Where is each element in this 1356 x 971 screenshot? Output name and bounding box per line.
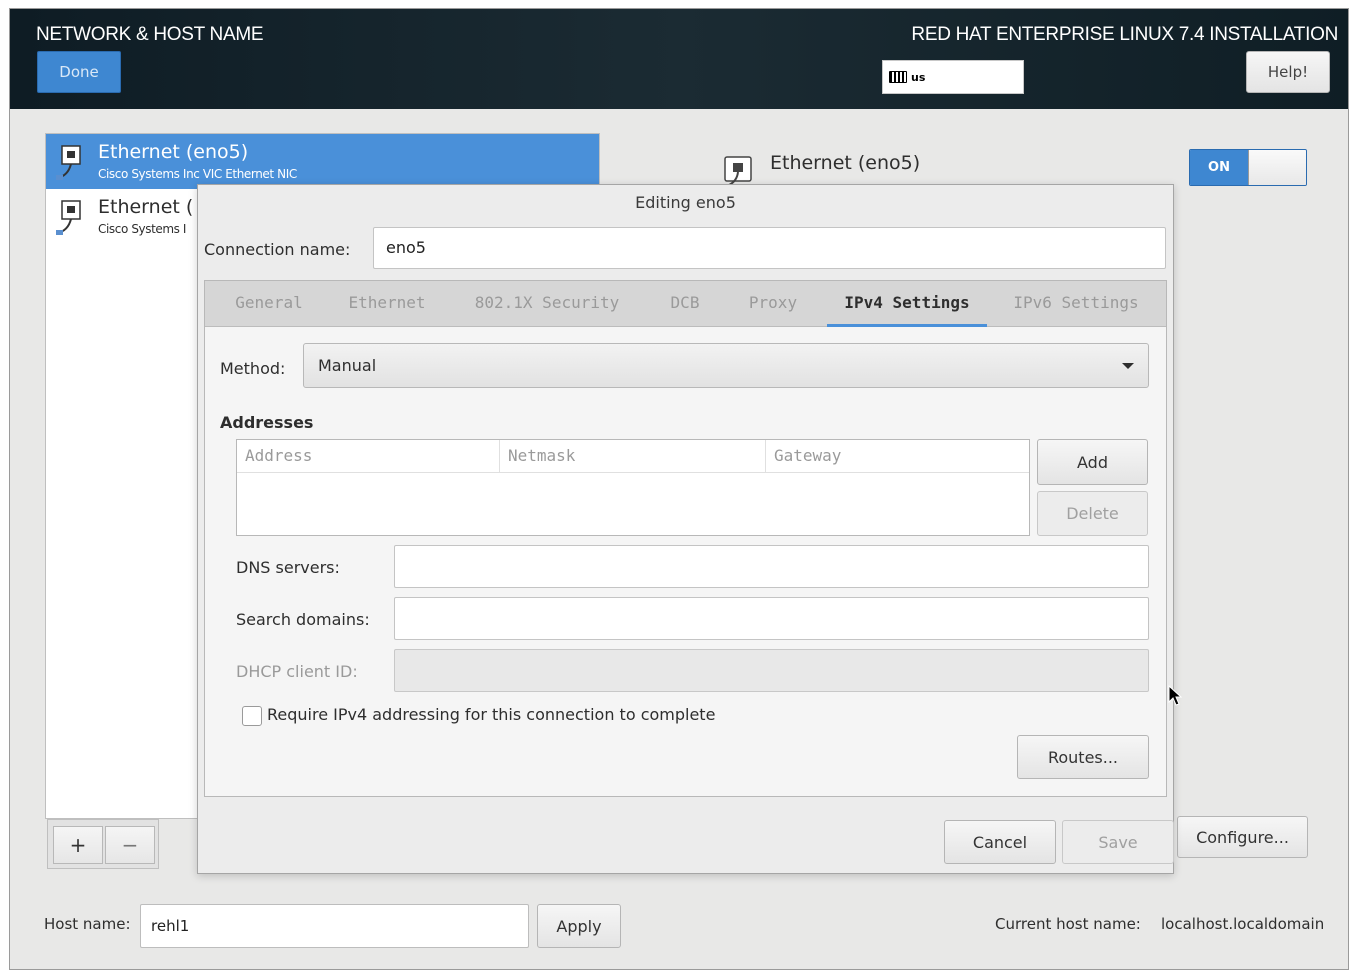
require-ipv4-label[interactable]: Require IPv4 addressing for this connect… (267, 705, 715, 724)
keyboard-layout-label: us (911, 70, 926, 84)
connection-name-label: Connection name: (204, 240, 351, 259)
toggle-knob (1248, 150, 1306, 185)
search-domains-input[interactable] (394, 597, 1149, 640)
device-item-eno5[interactable]: Ethernet (eno5) Cisco Systems Inc VIC Et… (46, 134, 599, 189)
method-dropdown[interactable]: Manual (303, 343, 1149, 388)
help-button[interactable]: Help! (1246, 51, 1330, 93)
dialog-title: Editing eno5 (635, 193, 736, 212)
dns-servers-input[interactable] (394, 545, 1149, 588)
host-name-label: Host name: (44, 915, 131, 933)
search-domains-label: Search domains: (236, 610, 370, 629)
current-host-name-value: localhost.localdomain (1161, 915, 1325, 933)
device-description: Cisco Systems I (98, 222, 187, 236)
connection-name-input[interactable]: eno5 (373, 227, 1166, 269)
editing-connection-dialog: Editing eno5 Connection name: eno5 Gener… (197, 184, 1174, 874)
tab-dcb[interactable]: DCB (651, 281, 719, 327)
add-device-button[interactable]: + (53, 826, 103, 864)
toggle-on-label: ON (1190, 150, 1248, 185)
remove-device-button[interactable]: − (105, 826, 155, 864)
tab-proxy[interactable]: Proxy (733, 281, 813, 327)
device-on-toggle[interactable]: ON (1189, 149, 1307, 186)
column-gateway[interactable]: Gateway (766, 440, 1029, 473)
device-list-toolbar: + − (47, 819, 159, 869)
require-ipv4-checkbox[interactable] (242, 706, 262, 726)
tab-ipv4-settings[interactable]: IPv4 Settings (827, 281, 987, 327)
tab-general[interactable]: General (219, 281, 319, 327)
keyboard-layout-indicator[interactable]: us (882, 60, 1024, 94)
detail-device-name: Ethernet (eno5) (770, 152, 921, 174)
ethernet-icon (56, 145, 81, 180)
host-name-input[interactable]: rehl1 (140, 904, 529, 948)
dhcp-client-id-input (394, 649, 1149, 692)
apply-button[interactable]: Apply (537, 904, 621, 948)
ethernet-icon (56, 200, 81, 235)
column-address[interactable]: Address (237, 440, 500, 473)
addresses-table[interactable]: Address Netmask Gateway (236, 439, 1030, 536)
cancel-button[interactable]: Cancel (944, 820, 1056, 864)
addresses-heading: Addresses (220, 413, 314, 432)
settings-notebook: General Ethernet 802.1X Security DCB Pro… (204, 280, 1167, 797)
current-host-name-label: Current host name: (995, 915, 1141, 933)
device-description: Cisco Systems Inc VIC Ethernet NIC (98, 167, 297, 181)
mouse-pointer-icon (1168, 685, 1182, 706)
delete-address-button[interactable]: Delete (1037, 491, 1148, 536)
dns-servers-label: DNS servers: (236, 558, 340, 577)
device-name: Ethernet ( (98, 196, 194, 218)
installer-window: NETWORK & HOST NAME Done RED HAT ENTERPR… (9, 8, 1349, 970)
add-address-button[interactable]: Add (1037, 439, 1148, 485)
product-title: RED HAT ENTERPRISE LINUX 7.4 INSTALLATIO… (911, 24, 1338, 45)
method-label: Method: (220, 359, 286, 378)
tab-ipv6-settings[interactable]: IPv6 Settings (1001, 281, 1151, 327)
device-name: Ethernet (eno5) (98, 141, 249, 163)
column-netmask[interactable]: Netmask (500, 440, 766, 473)
ethernet-icon (724, 156, 752, 186)
chevron-down-icon (1122, 363, 1134, 369)
configure-button[interactable]: Configure... (1177, 816, 1308, 858)
method-value: Manual (318, 356, 377, 375)
keyboard-icon (889, 71, 907, 83)
header-bar: NETWORK & HOST NAME Done RED HAT ENTERPR… (10, 9, 1348, 109)
done-button[interactable]: Done (37, 51, 121, 93)
settings-tabs: General Ethernet 802.1X Security DCB Pro… (205, 281, 1166, 327)
save-button[interactable]: Save (1062, 820, 1174, 864)
routes-button[interactable]: Routes... (1017, 735, 1149, 779)
addresses-table-header: Address Netmask Gateway (237, 440, 1029, 473)
tab-8021x-security[interactable]: 802.1X Security (463, 281, 631, 327)
dhcp-client-id-label: DHCP client ID: (236, 662, 358, 681)
page-title: NETWORK & HOST NAME (36, 24, 264, 45)
tab-ethernet[interactable]: Ethernet (335, 281, 439, 327)
